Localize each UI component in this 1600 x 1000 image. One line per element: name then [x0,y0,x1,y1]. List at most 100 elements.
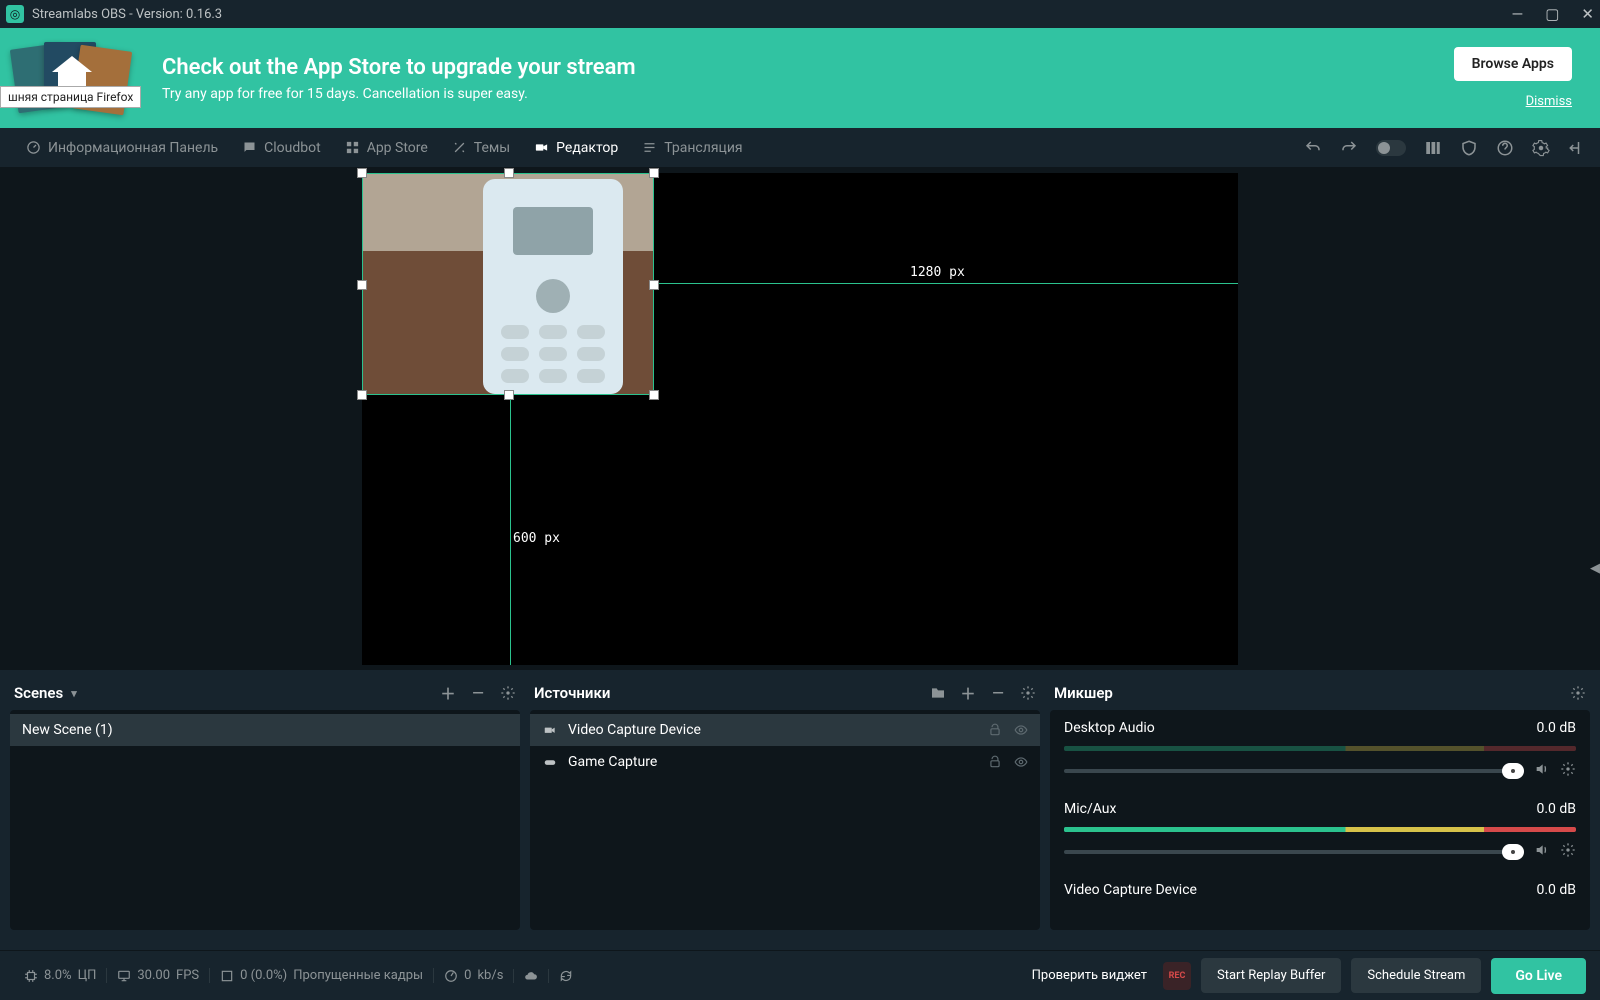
camera-icon [542,723,558,737]
resize-handle[interactable] [504,390,514,400]
status-bar: 8.0% ЦП 30.00 FPS 0 (0.0%) Пропущенные к… [0,950,1600,1000]
dimension-height-label: 600 px [513,531,560,546]
shield-icon[interactable] [1460,139,1478,157]
window-controls: — ▢ ✕ [1512,5,1594,23]
speed-icon [444,969,458,983]
fps-stat: 30.00 FPS [106,968,209,983]
eye-icon[interactable] [1014,753,1028,771]
resize-handle[interactable] [357,280,367,290]
lock-icon[interactable] [988,753,1002,771]
nav-themes[interactable]: Темы [440,128,522,167]
source-row[interactable]: Video Capture Device [530,714,1040,746]
firefox-tooltip: шняя страница Firefox [0,86,141,108]
sources-title: Источники [534,684,610,702]
browse-apps-button[interactable]: Browse Apps [1454,47,1572,81]
resize-handle[interactable] [649,280,659,290]
audio-meter [1064,746,1576,751]
help-icon[interactable] [1496,139,1514,157]
mixer-channel: Mic/Aux 0.0 dB [1064,801,1576,862]
chevron-down-icon[interactable]: ▾ [71,687,77,700]
add-source-icon[interactable]: ＋ [960,685,976,701]
scene-row[interactable]: New Scene (1) [10,714,520,746]
mode-toggle[interactable] [1376,140,1406,156]
mixer-title: Микшер [1054,684,1113,702]
mixer-settings-icon[interactable] [1570,685,1586,701]
resize-handle[interactable] [357,168,367,178]
resize-handle[interactable] [649,390,659,400]
gear-icon[interactable] [1560,842,1576,862]
schedule-stream-button[interactable]: Schedule Stream [1351,958,1481,993]
promo-subline: Try any app for free for 15 days. Cancel… [162,86,636,102]
source-settings-icon[interactable] [1020,685,1036,701]
mixer-channel: Desktop Audio 0.0 dB [1064,720,1576,781]
dismiss-link[interactable]: Dismiss [1526,94,1572,109]
resize-handle[interactable] [649,168,659,178]
cpu-stat: 8.0% ЦП [14,968,106,983]
close-button[interactable]: ✕ [1581,5,1594,23]
preview-area: 1280 px 600 px [0,168,1600,670]
collapse-chevron-icon[interactable]: ◀ [1590,561,1600,576]
source-row[interactable]: Game Capture [530,746,1040,778]
mixer-channel-name: Mic/Aux [1064,801,1116,817]
go-live-button[interactable]: Go Live [1491,958,1586,994]
cpu-icon [24,969,38,983]
speaker-icon[interactable] [1534,761,1550,781]
mixer-channel-name: Video Capture Device [1064,882,1197,898]
gear-icon[interactable] [1560,761,1576,781]
nav-dashboard[interactable]: Информационная Панель [14,128,230,167]
promo-text: Check out the App Store to upgrade your … [162,55,636,102]
app-logo-icon: ◎ [6,5,24,23]
nav-editor[interactable]: Редактор [522,128,630,167]
minimize-button[interactable]: — [1512,5,1524,23]
record-button[interactable]: REC [1163,962,1191,990]
grid-icon [345,140,360,155]
selected-source-box[interactable] [362,173,654,395]
volume-slider[interactable] [1064,769,1524,773]
settings-icon[interactable] [1532,139,1550,157]
start-replay-button[interactable]: Start Replay Buffer [1201,958,1341,993]
eye-icon[interactable] [1014,721,1028,739]
lock-icon[interactable] [988,721,1002,739]
nav-right-tools [1304,139,1586,157]
logout-icon[interactable] [1568,139,1586,157]
bitrate-stat: 0 kb/s [433,968,513,983]
chat-icon [242,140,257,155]
dimension-width-label: 1280 px [910,265,965,280]
redo-icon[interactable] [1340,139,1358,157]
sources-list: Video Capture Device Game Capture [530,710,1040,930]
promo-banner: Check out the App Store to upgrade your … [0,28,1600,128]
cloud-icon [524,969,538,983]
test-widget-label[interactable]: Проверить виджет [1032,968,1147,983]
title-bar: ◎ Streamlabs OBS - Version: 0.16.3 — ▢ ✕ [0,0,1600,28]
speaker-icon[interactable] [1534,842,1550,862]
resize-handle[interactable] [357,390,367,400]
preview-canvas[interactable]: 1280 px 600 px [362,173,1238,665]
nav-live[interactable]: Трансляция [630,128,754,167]
undo-icon[interactable] [1304,139,1322,157]
scenes-panel: Scenes ▾ ＋ — New Scene (1) [10,676,520,930]
gauge-icon [26,140,41,155]
remove-scene-icon[interactable]: — [470,685,486,701]
maximize-button[interactable]: ▢ [1545,5,1559,23]
volume-slider[interactable] [1064,850,1524,854]
layout-icon[interactable] [1424,139,1442,157]
resize-handle[interactable] [504,168,514,178]
mixer-panel: Микшер Desktop Audio 0.0 dB M [1050,676,1590,930]
refresh-icon [559,969,573,983]
refresh-stat[interactable] [548,969,583,983]
main-nav: Информационная Панель Cloudbot App Store… [0,128,1600,168]
nav-appstore[interactable]: App Store [333,128,440,167]
dropped-stat: 0 (0.0%) Пропущенные кадры [209,968,433,983]
remove-source-icon[interactable]: — [990,685,1006,701]
add-scene-icon[interactable]: ＋ [440,685,456,701]
scene-settings-icon[interactable] [500,685,516,701]
audio-meter [1064,827,1576,832]
sources-panel: Источники ＋ — Video Capture Device Game … [530,676,1040,930]
nav-cloudbot[interactable]: Cloudbot [230,128,333,167]
webcam-feed [363,174,653,394]
cloud-stat[interactable] [513,969,548,983]
add-folder-icon[interactable] [930,685,946,701]
mixer-channel-db: 0.0 dB [1536,801,1576,817]
mixer-channel-db: 0.0 dB [1536,882,1576,898]
window-title: Streamlabs OBS - Version: 0.16.3 [32,7,222,22]
